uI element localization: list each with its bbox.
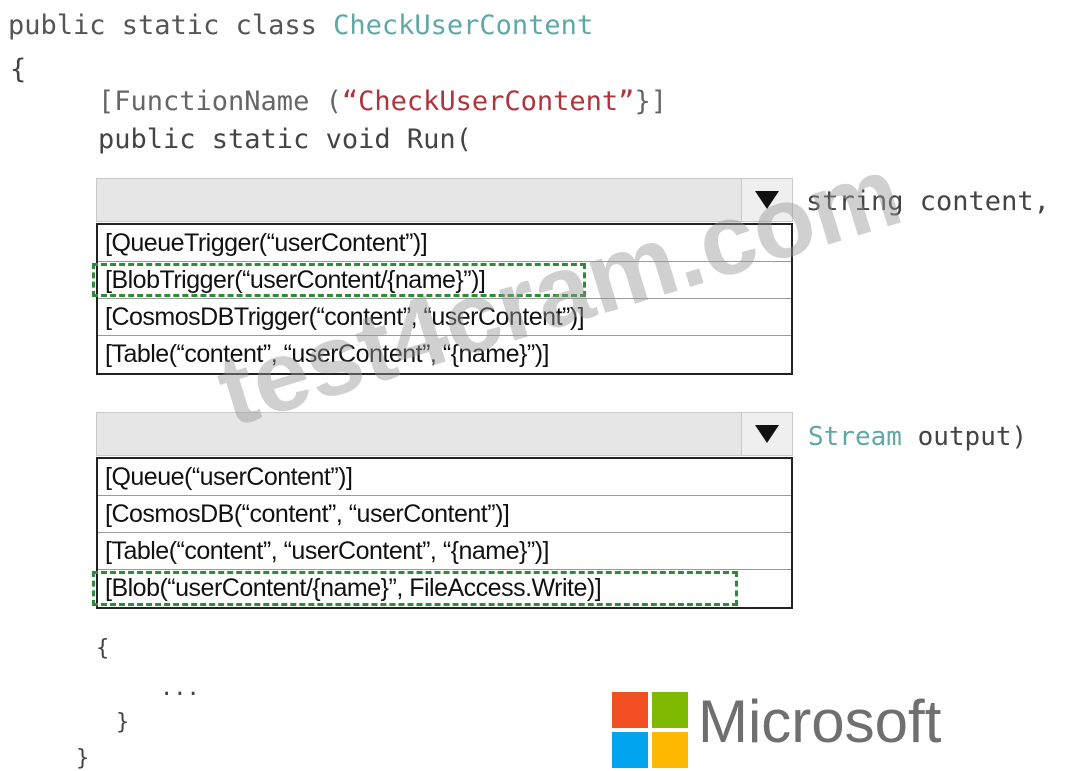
output-option[interactable]: [Table(“content”, “userContent”, “{name}… — [98, 533, 791, 570]
method-body-open-brace: { — [96, 636, 110, 661]
function-name-string: “CheckUserContent” — [341, 86, 635, 117]
attribute-close: }] — [634, 86, 667, 117]
output-option[interactable]: [Queue(“userContent”)] — [98, 459, 791, 496]
class-open-brace: { — [10, 54, 27, 85]
microsoft-logo-icon — [612, 692, 688, 768]
trigger-option[interactable]: [Table(“content”, “userContent”, “{name}… — [98, 336, 791, 373]
param2-name: output) — [901, 422, 1028, 452]
trigger-option[interactable]: [CosmosDBTrigger(“content”, “userContent… — [98, 299, 791, 336]
output-binding-dropdown[interactable] — [96, 412, 793, 456]
param2-text: Stream output) — [808, 424, 1027, 450]
triangle-down-icon — [755, 191, 779, 209]
function-name-attribute-line: [FunctionName (“CheckUserContent”}] — [98, 88, 667, 115]
trigger-binding-dropdown[interactable] — [96, 178, 793, 222]
class-declaration-line: public static class CheckUserContent — [8, 12, 593, 39]
logo-square-yellow — [652, 732, 688, 768]
output-options-list: [Queue(“userContent”)] [CosmosDB(“conten… — [92, 457, 793, 609]
method-body-ellipsis: ... — [160, 676, 200, 701]
output-option[interactable]: [CosmosDB(“content”, “userContent”)] — [98, 496, 791, 533]
trigger-options-list: [QueueTrigger(“userContent”)] [BlobTrigg… — [92, 223, 793, 375]
logo-square-green — [652, 692, 688, 728]
attribute-open: [FunctionName ( — [98, 86, 342, 117]
triangle-down-icon — [755, 425, 779, 443]
method-signature-line: public static void Run( — [98, 124, 472, 155]
output-option-selected[interactable]: [Blob(“userContent/{name}”, FileAccess.W… — [92, 570, 791, 607]
output-dropdown-toggle[interactable] — [741, 413, 792, 455]
trigger-option-selected[interactable]: [BlobTrigger(“userContent/{name}”)] — [92, 262, 791, 299]
stream-type: Stream — [808, 422, 902, 452]
trigger-option[interactable]: [QueueTrigger(“userContent”)] — [98, 225, 791, 262]
class-keywords: public static class — [8, 10, 334, 41]
class-close-brace: } — [76, 746, 90, 771]
method-body-close-brace: } — [116, 710, 130, 735]
microsoft-logo-text: Microsoft — [698, 688, 942, 755]
logo-square-red — [612, 692, 648, 728]
logo-square-blue — [612, 732, 648, 768]
class-name: CheckUserContent — [333, 10, 594, 41]
trigger-dropdown-toggle[interactable] — [741, 179, 792, 221]
param1-text: string content, — [806, 186, 1050, 217]
